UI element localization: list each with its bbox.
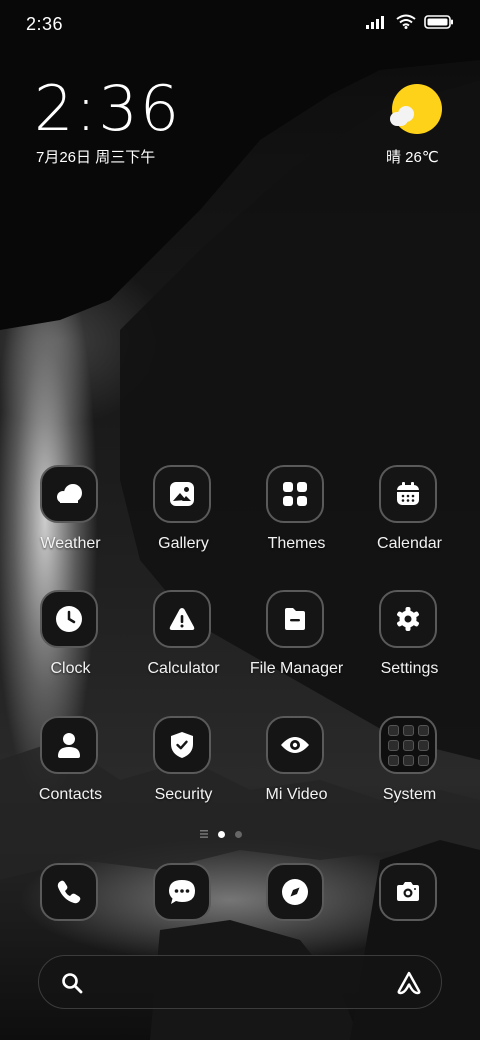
weather-widget[interactable]: 晴 26℃ [384, 82, 450, 168]
calculator-icon [153, 590, 211, 648]
search-icon[interactable] [61, 972, 83, 994]
browser-icon[interactable] [266, 863, 324, 921]
search-bar[interactable] [38, 955, 442, 1009]
assistant-icon[interactable] [395, 970, 423, 996]
status-bar: 2:36 [0, 0, 480, 50]
settings-icon [379, 590, 437, 648]
folder-preview-grid [387, 724, 429, 766]
calendar-icon [379, 465, 437, 523]
weather-temp: 晴 26℃ [386, 149, 439, 166]
signal-icon [366, 15, 384, 29]
gallery-icon [153, 465, 211, 523]
app-security[interactable]: Security [127, 716, 240, 826]
app-calendar[interactable]: Calendar [353, 465, 466, 575]
app-clock[interactable]: Clock [14, 590, 127, 700]
home-screen: 2:36 2:36 7月26日 周三下午 晴 26℃ Weather Galle… [0, 0, 480, 1040]
app-settings[interactable]: Settings [353, 590, 466, 700]
wifi-icon [396, 14, 416, 29]
status-time: 2:36 [26, 14, 64, 34]
battery-icon [424, 14, 453, 29]
app-file-manager[interactable]: File Manager [240, 590, 353, 700]
messages-icon[interactable] [153, 863, 211, 921]
cloud-shape [390, 112, 408, 126]
app-system-folder[interactable]: System [353, 716, 466, 826]
clock-widget-time[interactable]: 2:36 [34, 78, 181, 140]
clock-widget-date: 7月26日 周三下午 [36, 149, 156, 166]
page-indicator[interactable] [200, 830, 242, 838]
app-label: System [382, 786, 437, 803]
security-icon [153, 716, 211, 774]
phone-icon[interactable] [40, 863, 98, 921]
system-folder-icon [379, 716, 437, 774]
themes-icon [266, 465, 324, 523]
weather-icon [40, 465, 98, 523]
page-dot-active [218, 830, 225, 838]
file-manager-icon [266, 590, 324, 648]
app-label: Calendar [377, 535, 442, 552]
mi-video-icon [266, 716, 324, 774]
menu-lines-icon [200, 830, 208, 838]
contacts-icon [40, 716, 98, 774]
page-dot [235, 830, 242, 838]
app-mi-video[interactable]: Mi Video [240, 716, 353, 826]
clock-icon [40, 590, 98, 648]
app-gallery[interactable]: Gallery [127, 465, 240, 575]
status-icons [366, 14, 454, 29]
camera-icon[interactable] [379, 863, 437, 921]
app-calculator[interactable]: Calculator [127, 590, 240, 700]
app-themes[interactable]: Themes [240, 465, 353, 575]
app-weather[interactable]: Weather [14, 465, 127, 575]
app-contacts[interactable]: Contacts [14, 716, 127, 826]
app-label: Settings [380, 660, 439, 677]
